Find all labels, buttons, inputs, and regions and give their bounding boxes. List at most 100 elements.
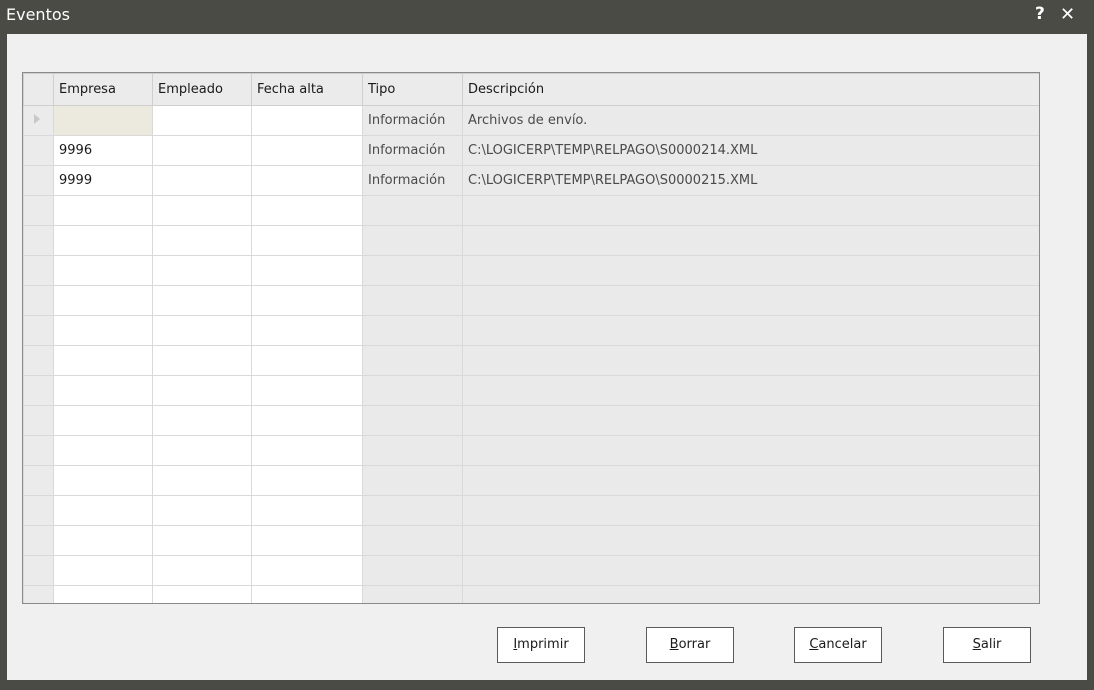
cell-fecha-alta[interactable] bbox=[251, 165, 363, 196]
cell-fecha-alta[interactable] bbox=[251, 135, 363, 166]
empty-cell bbox=[462, 255, 1039, 286]
empty-cell bbox=[362, 285, 463, 316]
empty-cell bbox=[462, 435, 1039, 466]
empty-table-row bbox=[23, 435, 1039, 466]
empty-cell bbox=[362, 525, 463, 556]
empty-cell bbox=[152, 465, 252, 496]
column-header-descripcion[interactable]: Descripción bbox=[462, 73, 1039, 106]
table-row[interactable]: 9999 Información C:\LOGICERP\TEMP\RELPAG… bbox=[23, 165, 1039, 196]
empty-cell bbox=[23, 465, 54, 496]
borrar-label: orrar bbox=[678, 637, 711, 652]
empty-table-row bbox=[23, 285, 1039, 316]
empty-cell bbox=[362, 585, 463, 603]
empty-cell bbox=[53, 285, 153, 316]
imprimir-button[interactable]: Imprimir bbox=[497, 627, 585, 663]
cell-tipo[interactable]: Información bbox=[362, 165, 463, 196]
close-button[interactable]: ✕ bbox=[1060, 4, 1075, 25]
empty-cell bbox=[362, 375, 463, 406]
eventos-grid[interactable]: Empresa Empleado Fecha alta Tipo Descrip… bbox=[22, 72, 1040, 604]
imprimir-label: mprimir bbox=[517, 637, 569, 652]
row-selector[interactable] bbox=[23, 105, 54, 136]
cancelar-button[interactable]: Cancelar bbox=[794, 627, 882, 663]
empty-cell bbox=[462, 375, 1039, 406]
empty-table-row bbox=[23, 495, 1039, 526]
empty-cell bbox=[53, 255, 153, 286]
empty-cell bbox=[53, 465, 153, 496]
cell-descripcion[interactable]: C:\LOGICERP\TEMP\RELPAGO\S0000214.XML bbox=[462, 135, 1039, 166]
cell-empresa[interactable]: 9996 bbox=[53, 135, 153, 166]
cancelar-label: ancelar bbox=[818, 637, 867, 652]
empty-table-row bbox=[23, 405, 1039, 436]
salir-button[interactable]: Salir bbox=[943, 627, 1031, 663]
empty-cell bbox=[152, 525, 252, 556]
row-selector[interactable] bbox=[23, 135, 54, 166]
empty-cell bbox=[362, 315, 463, 346]
cell-descripcion[interactable]: Archivos de envío. bbox=[462, 105, 1039, 136]
eventos-window: Eventos ? ✕ Empresa Empleado Fecha alta … bbox=[0, 0, 1094, 690]
empty-cell bbox=[23, 315, 54, 346]
empty-cell bbox=[152, 585, 252, 603]
row-selector[interactable] bbox=[23, 165, 54, 196]
empty-cell bbox=[462, 285, 1039, 316]
empty-cell bbox=[251, 465, 363, 496]
empty-cell bbox=[362, 195, 463, 226]
salir-mnemonic: S bbox=[972, 637, 981, 652]
cell-empleado[interactable] bbox=[152, 165, 252, 196]
empty-cell bbox=[251, 285, 363, 316]
help-button[interactable]: ? bbox=[1035, 4, 1045, 24]
empty-cell bbox=[152, 225, 252, 256]
empty-cell bbox=[362, 465, 463, 496]
empty-cell bbox=[462, 195, 1039, 226]
empty-cell bbox=[23, 195, 54, 226]
cell-descripcion[interactable]: C:\LOGICERP\TEMP\RELPAGO\S0000215.XML bbox=[462, 165, 1039, 196]
empty-cell bbox=[251, 375, 363, 406]
empty-cell bbox=[251, 345, 363, 376]
cell-empresa[interactable]: 9999 bbox=[53, 165, 153, 196]
empty-cell bbox=[152, 555, 252, 586]
empty-cell bbox=[251, 315, 363, 346]
empty-cell bbox=[53, 345, 153, 376]
borrar-button[interactable]: Borrar bbox=[646, 627, 734, 663]
empty-cell bbox=[462, 225, 1039, 256]
empty-cell bbox=[152, 375, 252, 406]
grid-navigation-bar bbox=[1039, 73, 1040, 604]
table-row[interactable]: 9996 Información C:\LOGICERP\TEMP\RELPAG… bbox=[23, 135, 1039, 166]
empty-cell bbox=[462, 315, 1039, 346]
empty-cell bbox=[152, 495, 252, 526]
column-header-fecha-alta[interactable]: Fecha alta bbox=[251, 73, 363, 106]
empty-cell bbox=[462, 405, 1039, 436]
empty-table-row bbox=[23, 585, 1039, 603]
empty-cell bbox=[251, 255, 363, 286]
empty-cell bbox=[53, 525, 153, 556]
column-header-empresa[interactable]: Empresa bbox=[53, 73, 153, 106]
empty-cell bbox=[251, 195, 363, 226]
empty-cell bbox=[251, 555, 363, 586]
empty-cell bbox=[23, 585, 54, 603]
table-row[interactable]: Información Archivos de envío. bbox=[23, 105, 1039, 136]
empty-table-row bbox=[23, 345, 1039, 376]
empty-cell bbox=[23, 405, 54, 436]
dialog-body: Empresa Empleado Fecha alta Tipo Descrip… bbox=[7, 34, 1087, 680]
cell-tipo[interactable]: Información bbox=[362, 135, 463, 166]
row-selector-header bbox=[23, 73, 54, 106]
empty-cell bbox=[23, 345, 54, 376]
cell-empleado[interactable] bbox=[152, 105, 252, 136]
empty-cell bbox=[23, 375, 54, 406]
empty-table-row bbox=[23, 315, 1039, 346]
cell-empresa[interactable] bbox=[53, 105, 153, 136]
empty-cell bbox=[251, 495, 363, 526]
empty-cell bbox=[362, 345, 463, 376]
empty-cell bbox=[462, 555, 1039, 586]
empty-cell bbox=[53, 435, 153, 466]
empty-cell bbox=[152, 285, 252, 316]
empty-cell bbox=[53, 495, 153, 526]
borrar-mnemonic: B bbox=[669, 637, 679, 652]
empty-cell bbox=[152, 405, 252, 436]
cell-tipo[interactable]: Información bbox=[362, 105, 463, 136]
empty-cell bbox=[251, 405, 363, 436]
cell-empleado[interactable] bbox=[152, 135, 252, 166]
column-header-empleado[interactable]: Empleado bbox=[152, 73, 252, 106]
column-header-tipo[interactable]: Tipo bbox=[362, 73, 463, 106]
cell-fecha-alta[interactable] bbox=[251, 105, 363, 136]
empty-cell bbox=[23, 525, 54, 556]
